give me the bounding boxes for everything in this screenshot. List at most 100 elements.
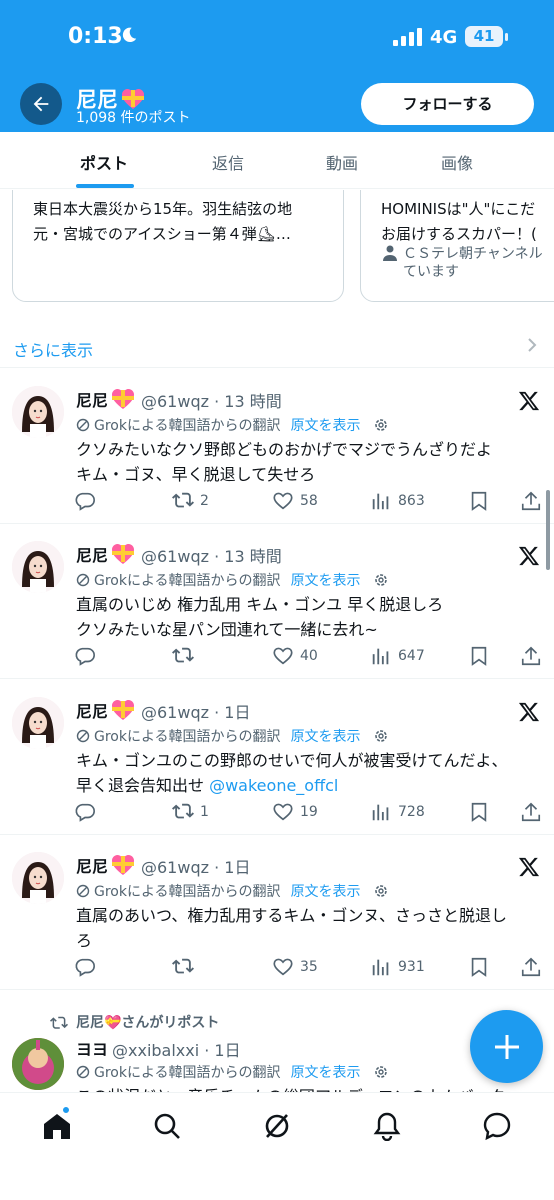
reply-button[interactable] (74, 645, 102, 667)
reply-icon (75, 958, 95, 977)
views-button[interactable]: 931 (370, 956, 425, 978)
news-card-meta: ＣＳテレ朝チャンネル ています (383, 245, 543, 281)
message-icon[interactable] (482, 1111, 512, 1141)
search-icon[interactable] (152, 1111, 182, 1141)
like-button[interactable]: 19 (272, 801, 318, 823)
tweet-author[interactable]: 尼尼 (76, 698, 136, 722)
heart-icon (273, 958, 293, 976)
views-button[interactable]: 863 (370, 490, 425, 512)
share-button[interactable] (520, 490, 542, 512)
tab-images[interactable]: 画像 (441, 150, 473, 174)
grok-icon[interactable] (262, 1111, 292, 1141)
grok-icon (76, 884, 90, 898)
tweet-handle[interactable]: @61wqz · 13 時間 (141, 543, 282, 567)
like-button[interactable]: 40 (272, 645, 318, 667)
tab-posts[interactable]: ポスト (80, 150, 128, 174)
plus-icon (494, 1034, 519, 1059)
like-button[interactable]: 58 (272, 490, 318, 512)
repost-button[interactable]: 2 (172, 490, 209, 512)
avatar[interactable] (12, 697, 64, 749)
share-button[interactable] (520, 801, 542, 823)
like-count: 35 (300, 959, 318, 975)
news-card-text: 東日本大震災から15年。羽生結弦の地 元・宮城でのアイスショー第４弾⛸… (33, 200, 293, 243)
avatar[interactable] (12, 1038, 64, 1090)
avatar-image (12, 1038, 64, 1090)
profile-header: 0:13 4G 41 尼尼 1,098 件のポスト フォローする (0, 0, 554, 132)
views-button[interactable]: 728 (370, 801, 425, 823)
show-original-link[interactable]: 原文を表示 (291, 1062, 361, 1082)
tweet-handle[interactable]: @61wqz · 13 時間 (141, 388, 282, 412)
show-original-link[interactable]: 原文を表示 (291, 570, 361, 590)
bookmark-button[interactable] (468, 801, 490, 823)
like-count: 19 (300, 804, 318, 820)
bookmark-button[interactable] (468, 956, 490, 978)
tweet-author-name[interactable]: 尼尼 (76, 698, 108, 722)
tweet[interactable]: 尼尼 @61wqz · 13 時間 Grokによる韓国語からの翻訳 原文を表示 … (0, 524, 554, 679)
active-tab-indicator (76, 184, 134, 188)
tweet-author-name[interactable]: 尼尼 (76, 853, 108, 877)
tweet-author[interactable]: 尼尼 (76, 542, 136, 566)
reply-button[interactable] (74, 801, 102, 823)
tab-replies[interactable]: 返信 (212, 150, 244, 174)
tweet-handle[interactable]: @61wqz · 1日 (141, 854, 250, 878)
tweet-text: キム・ゴンユのこの野郎のせいで何人が被害受けてんだよ、 早く退会告知出せ @wa… (76, 748, 540, 798)
tweet-handle[interactable]: @xxibalxxi · 1日 (112, 1037, 241, 1061)
bookmark-button[interactable] (468, 645, 490, 667)
tweet-author[interactable]: ヨヨ (76, 1036, 108, 1060)
repost-icon (172, 492, 194, 508)
gear-icon[interactable] (373, 417, 389, 433)
gear-icon[interactable] (373, 728, 389, 744)
tweet-author-name[interactable]: 尼尼 (76, 542, 108, 566)
news-card[interactable]: HOMINISは"人"にこだ お届けするスカパー！( ＣＳテレ朝チャンネル てい… (360, 190, 554, 302)
repost-button[interactable]: 1 (172, 801, 209, 823)
heart-ribbon-emoji-icon (112, 544, 135, 564)
show-original-link[interactable]: 原文を表示 (291, 415, 361, 435)
scrollbar[interactable] (546, 490, 550, 570)
mention-link[interactable]: @wakeone_offcl (209, 776, 338, 795)
views-button[interactable]: 647 (370, 645, 425, 667)
tweet[interactable]: 尼尼 @61wqz · 1日 Grokによる韓国語からの翻訳 原文を表示 キム・… (0, 680, 554, 835)
tweet-author[interactable]: 尼尼 (76, 853, 136, 877)
repost-button[interactable] (172, 645, 200, 667)
translation-label: Grokによる韓国語からの翻訳 (94, 573, 281, 589)
like-button[interactable]: 35 (272, 956, 318, 978)
gear-icon[interactable] (373, 572, 389, 588)
tab-videos[interactable]: 動画 (326, 150, 358, 174)
person-icon (383, 245, 397, 261)
reply-button[interactable] (74, 956, 102, 978)
avatar[interactable] (12, 386, 64, 438)
repost-button[interactable] (172, 956, 200, 978)
tweet-handle[interactable]: @61wqz · 1日 (141, 699, 250, 723)
x-logo-icon[interactable] (518, 701, 540, 723)
show-more-row[interactable]: さらに表示 (0, 322, 554, 368)
share-icon (521, 802, 541, 822)
avatar[interactable] (12, 852, 64, 904)
show-more-link[interactable]: さらに表示 (13, 337, 93, 361)
home-icon[interactable] (42, 1111, 72, 1141)
tweet-author-name[interactable]: 尼尼 (76, 387, 108, 411)
gear-icon[interactable] (373, 1064, 389, 1080)
compose-button[interactable] (470, 1010, 543, 1083)
repost-icon (50, 1016, 68, 1029)
tweet[interactable]: 尼尼 @61wqz · 13 時間 Grokによる韓国語からの翻訳 原文を表示 … (0, 369, 554, 524)
x-logo-icon[interactable] (518, 390, 540, 412)
x-logo-icon[interactable] (518, 545, 540, 567)
tweet-author[interactable]: 尼尼 (76, 387, 136, 411)
bell-icon[interactable] (372, 1111, 402, 1141)
follow-button[interactable]: フォローする (361, 83, 534, 125)
show-original-link[interactable]: 原文を表示 (291, 726, 361, 746)
gear-icon[interactable] (373, 883, 389, 899)
news-card[interactable]: 東日本大震災から15年。羽生結弦の地 元・宮城でのアイスショー第４弾⛸… (12, 190, 344, 302)
back-button[interactable] (20, 83, 62, 125)
share-button[interactable] (520, 956, 542, 978)
bookmark-button[interactable] (468, 490, 490, 512)
show-original-link[interactable]: 原文を表示 (291, 881, 361, 901)
avatar-image (12, 697, 64, 749)
tweet[interactable]: 尼尼 @61wqz · 1日 Grokによる韓国語からの翻訳 原文を表示 直属の… (0, 835, 554, 990)
share-button[interactable] (520, 645, 542, 667)
reply-button[interactable] (74, 490, 102, 512)
grok-icon (76, 573, 90, 587)
repost-indicator: 尼尼💝さんがリポスト (50, 1012, 219, 1032)
avatar[interactable] (12, 541, 64, 593)
x-logo-icon[interactable] (518, 856, 540, 878)
